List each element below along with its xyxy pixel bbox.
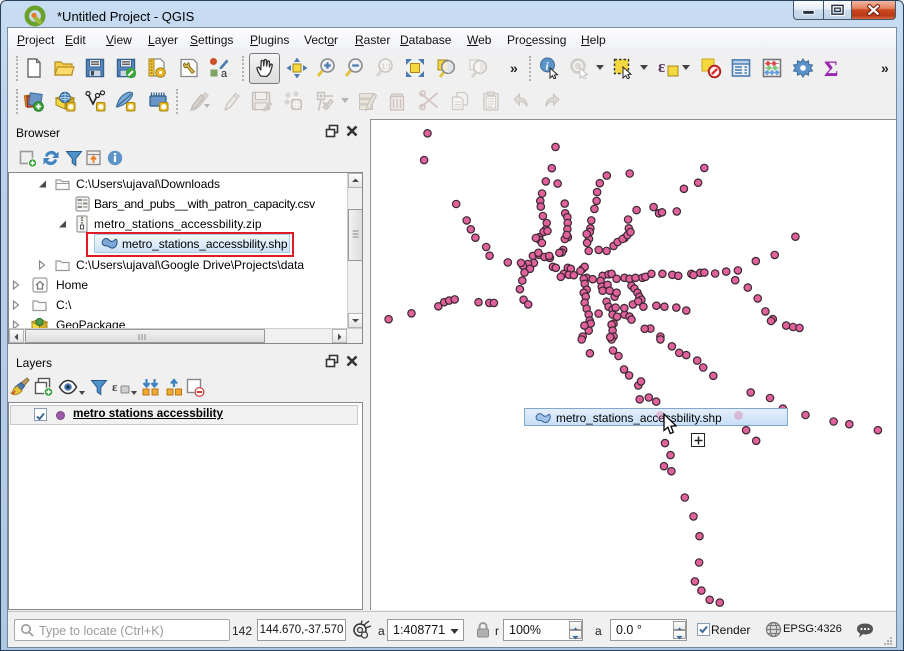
svg-text:a: a bbox=[221, 68, 228, 79]
svg-text:ε: ε bbox=[658, 57, 665, 76]
svg-text:Σ: Σ bbox=[824, 56, 838, 80]
svg-text:ε: ε bbox=[112, 379, 118, 394]
svg-text:1:1: 1:1 bbox=[381, 62, 391, 71]
